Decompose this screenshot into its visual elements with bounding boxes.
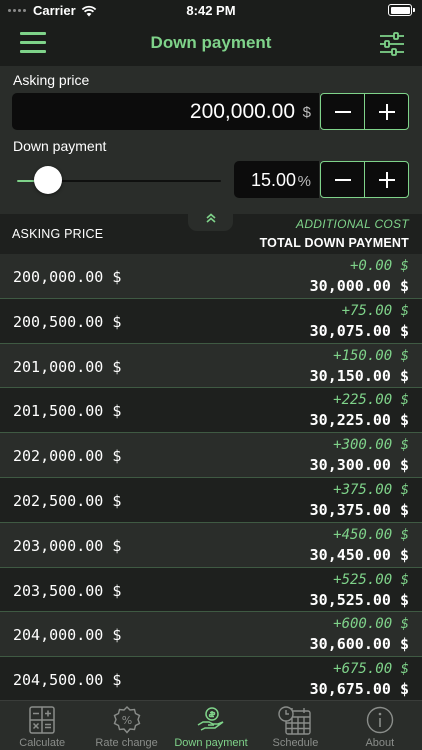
asking-price-decrement-button[interactable] [321, 94, 364, 129]
row-asking-price: 203,000.00 $ [13, 536, 122, 555]
tab-label: Rate change [95, 737, 158, 749]
table-row: 204,000.00 $ +600.00 $ 30,600.00 $ [0, 612, 422, 658]
hand-money-icon [197, 707, 224, 731]
asking-price-increment-button[interactable] [364, 94, 408, 129]
table-row: 202,500.00 $ +375.00 $ 30,375.00 $ [0, 477, 422, 523]
row-total-down-payment: 30,150.00 $ [309, 366, 409, 385]
row-additional-cost: +525.00 $ [333, 571, 409, 588]
asking-price-unit: $ [302, 104, 311, 121]
down-payment-unit: % [297, 173, 311, 190]
asking-price-value: 200,000.00 [189, 100, 295, 123]
row-asking-price: 201,000.00 $ [13, 357, 122, 376]
results-table[interactable]: 200,000.00 $ +0.00 $ 30,000.00 $ 200,500.0… [0, 254, 422, 700]
table-row: 200,500.00 $ +75.00 $ 30,075.00 $ [0, 298, 422, 344]
row-additional-cost: +0.00 $ [349, 258, 409, 274]
row-asking-price: 204,500.00 $ [13, 671, 122, 690]
tab-calculate[interactable]: Calculate [0, 701, 84, 750]
row-asking-price: 200,500.00 $ [13, 312, 122, 331]
row-total-down-payment: 30,300.00 $ [309, 456, 409, 475]
row-total-down-payment: 30,000.00 $ [309, 277, 409, 295]
column-header-asking-price: ASKING PRICE [12, 227, 104, 241]
row-additional-cost: +150.00 $ [333, 347, 409, 364]
row-asking-price: 201,500.00 $ [13, 402, 122, 421]
down-payment-value: 15.00 [250, 170, 296, 190]
navigation-bar: Down payment [0, 22, 422, 66]
row-total-down-payment: 30,225.00 $ [309, 411, 409, 430]
table-row: 203,000.00 $ +450.00 $ 30,450.00 $ [0, 522, 422, 568]
table-row: 204,500.00 $ +675.00 $ 30,675.00 $ [0, 657, 422, 700]
battery-icon [388, 4, 415, 16]
column-header-total-down-payment: TOTAL DOWN PAYMENT [259, 236, 409, 250]
row-asking-price: 203,500.00 $ [13, 581, 122, 600]
down-payment-stepper[interactable] [320, 161, 409, 198]
row-total-down-payment: 30,450.00 $ [309, 545, 409, 564]
row-total-down-payment: 30,600.00 $ [309, 635, 409, 654]
table-row: 203,500.00 $ +525.00 $ 30,525.00 $ [0, 567, 422, 613]
table-row: 202,000.00 $ +300.00 $ 30,300.00 $ [0, 433, 422, 478]
tab-schedule[interactable]: Schedule [253, 701, 337, 750]
row-additional-cost: +450.00 $ [333, 526, 409, 543]
tab-label: Down payment [174, 737, 248, 749]
table-row: 201,500.00 $ +225.00 $ 30,225.00 $ [0, 388, 422, 434]
row-asking-price: 204,000.00 $ [13, 626, 122, 645]
row-additional-cost: +600.00 $ [333, 616, 409, 633]
down-payment-increment-button[interactable] [364, 162, 408, 197]
row-total-down-payment: 30,075.00 $ [309, 321, 409, 340]
row-additional-cost: +375.00 $ [333, 481, 409, 498]
tab-rate-change[interactable]: % Rate change [84, 701, 168, 750]
row-total-down-payment: 30,675.00 $ [309, 680, 409, 699]
tab-down-payment[interactable]: Down payment [169, 701, 253, 750]
table-header: ASKING PRICE ADDITIONAL COST TOTAL DOWN … [0, 214, 422, 254]
row-total-down-payment: 30,525.00 $ [309, 590, 409, 609]
table-row: 201,000.00 $ +150.00 $ 30,150.00 $ [0, 343, 422, 389]
status-time: 8:42 PM [186, 3, 236, 18]
input-panel: Asking price 200,000.00 $ Down payment 1… [0, 66, 422, 214]
calendar-clock-icon [278, 706, 312, 735]
calculator-icon [29, 706, 55, 734]
row-asking-price: 202,500.00 $ [13, 491, 122, 510]
row-asking-price: 202,000.00 $ [13, 447, 122, 466]
row-additional-cost: +75.00 $ [341, 302, 409, 319]
tab-bar: Calculate % Rate change Down payment Sch… [0, 700, 422, 750]
sliders-icon[interactable] [378, 31, 406, 57]
down-payment-decrement-button[interactable] [321, 162, 364, 197]
down-payment-field[interactable]: 15.00 % [234, 161, 319, 198]
row-additional-cost: +300.00 $ [333, 437, 409, 454]
asking-price-label: Asking price [13, 72, 90, 88]
tab-label: About [365, 737, 395, 749]
slider-thumb[interactable] [33, 166, 62, 194]
row-asking-price: 200,000.00 $ [13, 268, 122, 286]
info-icon [366, 706, 394, 734]
row-additional-cost: +225.00 $ [333, 392, 409, 409]
asking-price-field[interactable]: 200,000.00 $ [12, 93, 319, 130]
table-row: 200,000.00 $ +0.00 $ 30,000.00 $ [0, 254, 422, 299]
percent-badge-icon: % [113, 706, 140, 734]
row-total-down-payment: 30,375.00 $ [309, 500, 409, 519]
status-bar: Carrier 8:42 PM [0, 0, 422, 22]
column-header-additional-cost: ADDITIONAL COST [296, 217, 409, 231]
svg-text:%: % [121, 714, 131, 727]
asking-price-stepper[interactable] [320, 93, 409, 130]
down-payment-label: Down payment [13, 138, 107, 154]
tab-about[interactable]: About [338, 701, 422, 750]
tab-label: Calculate [19, 737, 66, 749]
page-title: Down payment [150, 33, 272, 52]
tab-label: Schedule [272, 737, 319, 749]
row-additional-cost: +675.00 $ [333, 661, 409, 678]
